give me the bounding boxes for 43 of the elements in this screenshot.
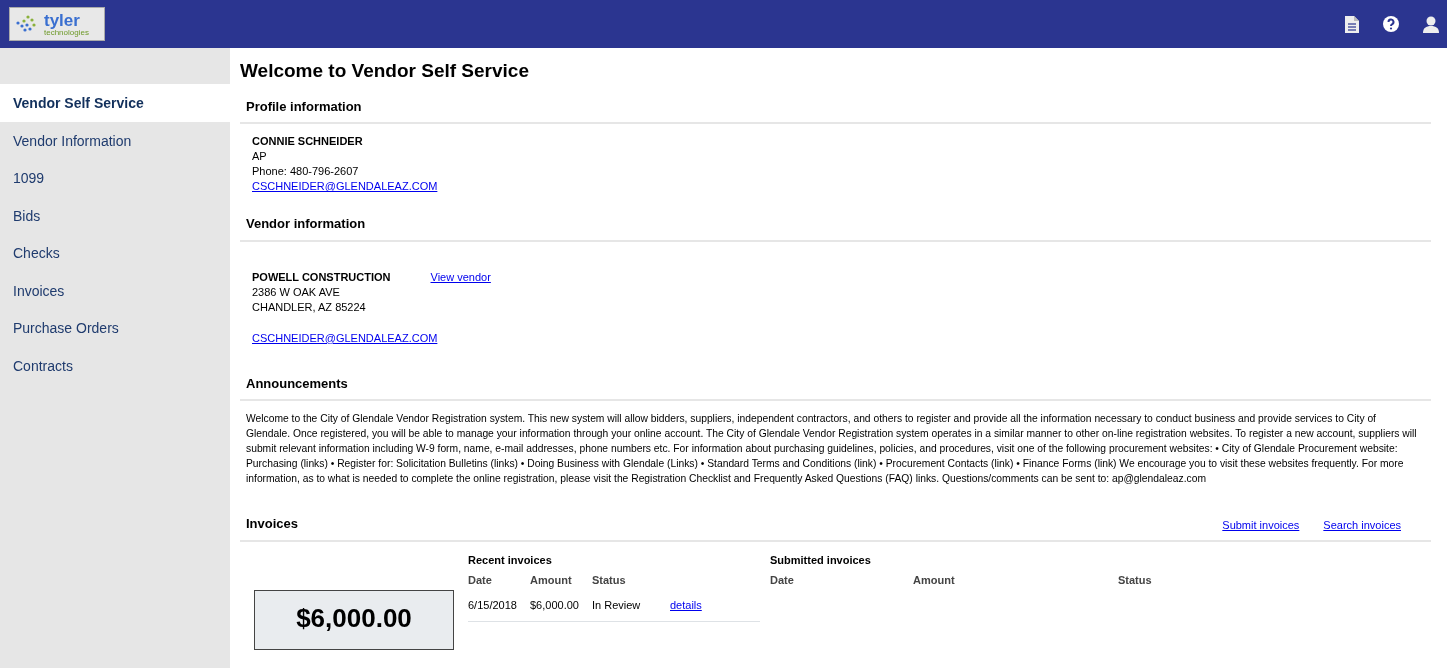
address-line: 2386 W OAK AVE [252,284,340,300]
vendor-name: POWELL CONSTRUCTION [252,269,391,285]
column-header: Status [1118,573,1153,589]
user-icon[interactable] [1423,15,1439,33]
sidebar-item[interactable]: Bids [0,196,230,234]
column-header: Amount [530,573,573,589]
announcement-text: Welcome to the City of Glendale Vendor Registration system. This new system will allow bidders, suppliers, independent contractors, and others to register and provide all the information necessary to conduct business and provide services to City of Glendale. Once registered, you will be able to manage your information through your online account. The City of Glendale Vendor Registration system operates in a similar manner to other on-line registration websites. To register a new account, suppliers will submit relevant information including W-9 form, name, e-mail addresses, phone numbers etc. For information about purchasing guidelines, policies, and procedures, visit one of the following procurement websites: • City of Glendale Procurement website: Purchasing (links) • Register for: Solicitation Bulletins (links) • Doing Business with Glendale (Links) • Standard Terms and Conditions (link) • Procurement Contacts (link) • Finance Forms (link) We encourage you to visit these websites frequently. For more information, as to what is needed to complete the online registration, please visit the Registration Checklist and Frequently Asked Questions (FAQ) links. Questions/comments can be sent to: ap@glendaleaz.com [245,412,1418,487]
sidebar-item[interactable]: Invoices [0,271,230,309]
table-title: Submitted invoices [770,552,872,568]
sidebar-item[interactable]: 1099 [0,159,230,197]
view-vendor-link[interactable]: View vendor [430,269,491,285]
sidebar-item[interactable]: Vendor Self Service [0,84,230,122]
email-link[interactable]: CSCHNEIDER@GLENDALEAZ.COM [252,330,438,346]
total-amount: $6,000.00 [254,589,454,650]
sidebar-item[interactable]: Contracts [0,346,230,384]
details-link[interactable]: details [670,596,702,614]
table-title: Recent invoices [468,552,553,568]
table-cell-text: In Review [592,597,642,613]
table-cell-text: 6/15/2018 [468,597,518,613]
section-heading: Invoices [246,515,299,534]
invoice-link[interactable]: Search invoices [1323,517,1401,534]
logo-tagline: technologies [44,28,89,37]
sidebar-item[interactable]: Vendor Information [0,121,230,159]
table-cell-text: $6,000.00 [530,597,580,613]
address-line: CHANDLER, AZ 85224 [252,299,366,315]
invoice-link[interactable]: Submit invoices [1222,517,1300,534]
column-header: Status [592,573,627,589]
contact-role: AP [252,149,267,165]
help-icon[interactable] [1383,16,1399,32]
column-header: Date [770,573,795,589]
section-heading: Vendor information [240,210,1431,242]
logo-text: tyler [44,11,81,29]
column-header: Amount [913,573,956,589]
email-link[interactable]: CSCHNEIDER@GLENDALEAZ.COM [252,179,438,195]
sidebar-item[interactable]: Checks [0,234,230,272]
section-heading: Announcements [240,369,1431,402]
contact-name: CONNIE SCHNEIDER [252,134,363,150]
section-heading: Profile information [240,92,1431,125]
document-icon[interactable] [1345,15,1359,33]
page-title: Welcome to Vendor Self Service [240,60,530,83]
contact-phone: Phone: 480-796-2607 [252,164,359,180]
sidebar-item[interactable]: Purchase Orders [0,309,230,347]
column-header: Date [468,573,493,589]
